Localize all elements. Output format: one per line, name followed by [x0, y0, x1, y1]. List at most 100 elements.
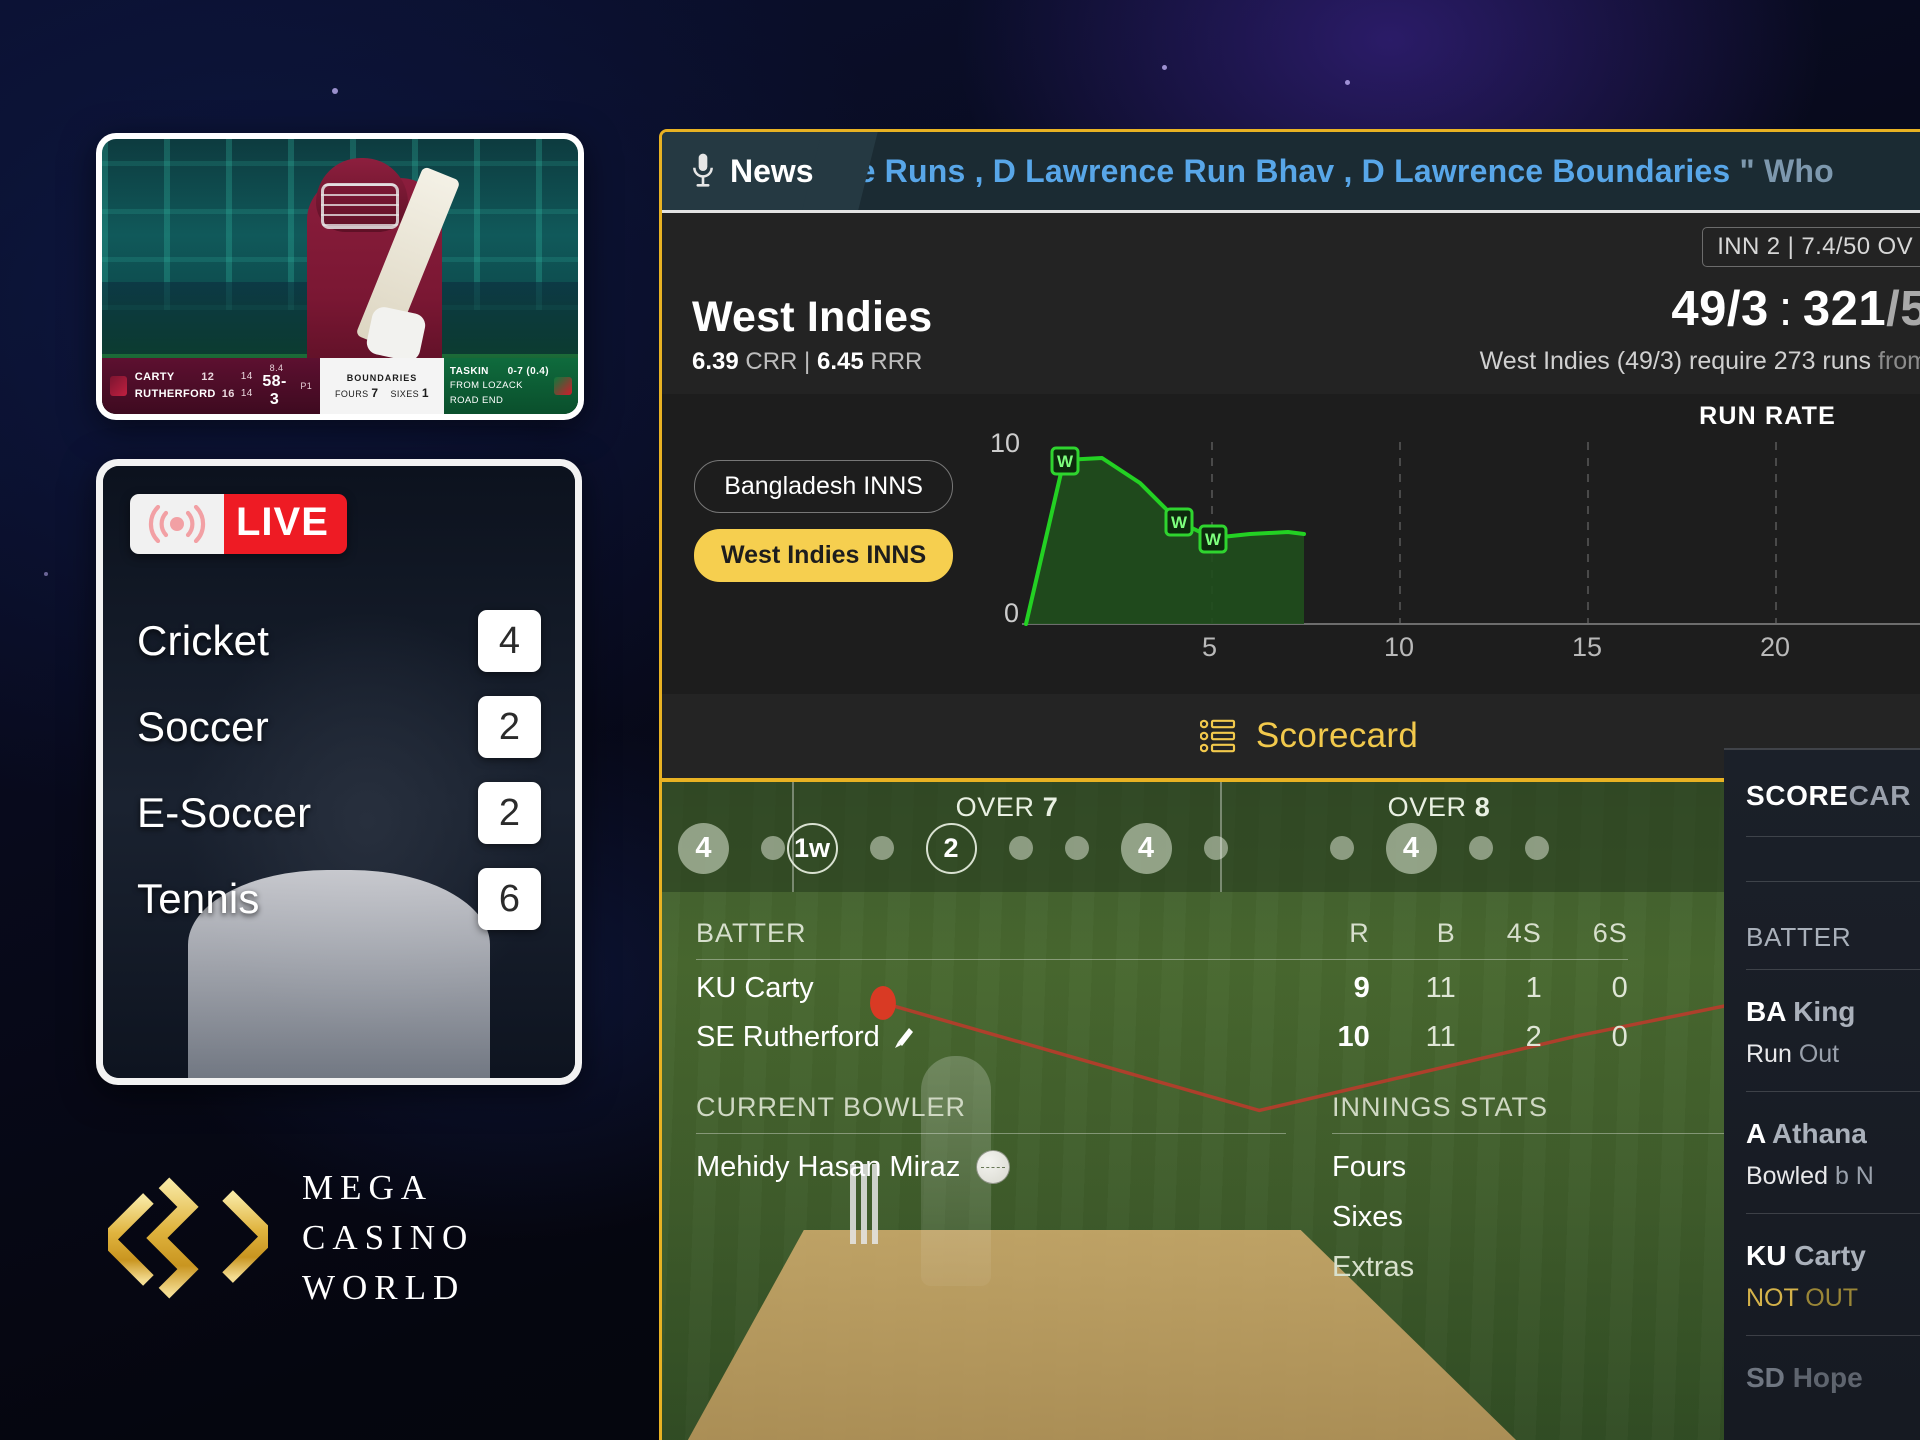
- dismissal-extra: OUT: [1805, 1284, 1859, 1312]
- ball-outcome-dot[interactable]: [1468, 836, 1493, 860]
- player-surname: Athana: [1771, 1118, 1867, 1149]
- scorebar-boundaries: BOUNDARIES FOURS 7 SIXES 1: [320, 358, 444, 414]
- news-label: News: [730, 152, 814, 189]
- target-score: 321: [1802, 282, 1887, 336]
- score-left: West Indies 6.39 CRR | 6.45 RRR: [692, 293, 932, 376]
- ball-outcome[interactable]: 4: [1120, 822, 1172, 874]
- tab-west-indies-inns[interactable]: West Indies INNS: [694, 529, 954, 582]
- signal-waves-icon: [148, 505, 206, 543]
- require-main: West Indies (49/3) require 273 runs: [1479, 347, 1878, 375]
- current-bowler-block: CURRENT BOWLER Mehidy Hasan Miraz: [696, 1092, 1286, 1284]
- run-rate-title: RUN RATE: [1699, 402, 1836, 430]
- ticker-headline-tail: " Who: [1739, 152, 1834, 189]
- scorebar-batter-names: CARTY 12 14 RUTHERFORD 16 14: [135, 369, 253, 403]
- scorebar-batter1-runs: 12: [201, 370, 215, 383]
- dismissal-main: Bowled: [1746, 1162, 1828, 1190]
- player-surname: Hope: [1792, 1362, 1863, 1393]
- ball-outcome-dot[interactable]: [1008, 836, 1033, 860]
- x-tick-20: 20: [1760, 632, 1791, 662]
- scorecard-player-name: KU Carty: [1746, 1240, 1920, 1272]
- cricket-ball-icon: [976, 1150, 1011, 1184]
- sport-item-e-soccer[interactable]: E-Soccer 2: [137, 770, 541, 856]
- divider: [1746, 881, 1920, 882]
- divider: [1746, 1091, 1920, 1092]
- col-batter: BATTER: [696, 918, 807, 948]
- batter-sixes: 0: [1611, 972, 1628, 1004]
- ticker-headline: e Runs , D Lawrence Run Bhav , D Lawrenc…: [857, 152, 1740, 189]
- scorecard-batter-header: BATTER: [1746, 922, 1852, 952]
- scorecard-entry[interactable]: BA King Run Out: [1746, 996, 1920, 1069]
- ball-outcome[interactable]: 2: [925, 822, 977, 874]
- over-8-label: OVER 8: [1222, 792, 1656, 823]
- scorebar-batters: CARTY 12 14 RUTHERFORD 16 14 8.4 58-3 P1: [102, 358, 321, 414]
- ball-outcome-wide[interactable]: 1w: [786, 822, 838, 874]
- sport-item-tennis[interactable]: Tennis 6: [137, 856, 541, 942]
- list-icon: [1199, 719, 1235, 753]
- scorebar-batter2-name: RUTHERFORD: [134, 388, 216, 400]
- divider: [1746, 1213, 1920, 1214]
- current-score: 49/3: [1671, 282, 1769, 336]
- batter-runs: 9: [1353, 972, 1370, 1004]
- over-segment-7: OVER 7 1w 2 4: [786, 782, 1228, 892]
- sport-count-badge: 4: [478, 610, 541, 672]
- broadcast-scorebar: CARTY 12 14 RUTHERFORD 16 14 8.4 58-3 P1…: [102, 358, 578, 414]
- batter-runs: 10: [1337, 1021, 1370, 1053]
- sixes-value: 1: [421, 385, 429, 400]
- divider: [1746, 1335, 1920, 1336]
- video-frame: CARTY 12 14 RUTHERFORD 16 14 8.4 58-3 P1…: [102, 139, 578, 414]
- run-rate-summary: 6.39 CRR | 6.45 RRR: [692, 348, 923, 375]
- require-text: West Indies (49/3) require 273 runs from: [1480, 347, 1920, 376]
- over-segment-8: OVER 8 4: [1220, 782, 1656, 892]
- dismissal-extra: b N: [1834, 1162, 1874, 1190]
- scorecard-entry[interactable]: SD Hope: [1746, 1362, 1920, 1394]
- x-tick-10: 10: [1384, 632, 1415, 662]
- dismissal-status: Run Out: [1746, 1040, 1920, 1069]
- ball-outcome-dot[interactable]: [869, 836, 894, 860]
- table-row: KU Carty 9 11 1 0: [696, 960, 1628, 1009]
- batting-team-name: West Indies: [692, 293, 933, 341]
- scorebar-overs: 8.4: [269, 363, 284, 373]
- sport-name: Tennis: [137, 875, 260, 922]
- live-card-inner: LIVE Cricket 4 Soccer 2 E-Soccer 2 Tenni…: [103, 466, 575, 1078]
- tab-bangladesh-inns[interactable]: Bangladesh INNS: [694, 460, 954, 513]
- brand-logo[interactable]: MEGA CASINO WORLD: [96, 1158, 474, 1318]
- news-ticker-text[interactable]: e Runs , D Lawrence Run Bhav , D Lawrenc…: [840, 153, 1920, 190]
- scorebar-bowler-figures: 0-7 (0.4): [507, 366, 549, 378]
- fours-label: FOURS: [335, 388, 369, 399]
- player-surname: King: [1793, 996, 1856, 1027]
- rrr-value: 6.45: [816, 348, 864, 375]
- sport-item-cricket[interactable]: Cricket 4: [137, 598, 541, 684]
- divider: [1746, 836, 1920, 837]
- bangladesh-flag-icon: [554, 377, 572, 395]
- ball-outcome-dot[interactable]: [1064, 836, 1089, 860]
- run-rate-chart-block: RUN RATE Bangladesh INNS West Indies INN…: [662, 394, 1920, 694]
- ball-outcome-dot[interactable]: [1524, 836, 1549, 860]
- run-rate-chart: 10 0 W W W 5 10 15 20: [990, 428, 1920, 676]
- brand-wordmark: MEGA CASINO WORLD: [302, 1163, 474, 1312]
- x-tick-15: 15: [1572, 632, 1603, 662]
- chart-svg: W W W: [1022, 442, 1920, 626]
- app-root: CARTY 12 14 RUTHERFORD 16 14 8.4 58-3 P1…: [0, 0, 1920, 1440]
- dismissal-status: NOT OUT: [1746, 1284, 1920, 1313]
- svg-text:W: W: [1057, 452, 1074, 471]
- scorecard-entry[interactable]: KU Carty NOT OUT: [1746, 1240, 1920, 1313]
- over-number: 7: [1042, 792, 1059, 822]
- player-initials: SD: [1746, 1362, 1785, 1393]
- batter-fours: 2: [1525, 1021, 1542, 1053]
- scorebar-p-label: P1: [300, 381, 313, 391]
- batter-name: SE Rutherford: [696, 1021, 880, 1053]
- sport-item-soccer[interactable]: Soccer 2: [137, 684, 541, 770]
- dismissal-main: Run: [1746, 1040, 1792, 1068]
- scorecard-sidebar-title: SCORECAR: [1746, 780, 1920, 812]
- decorative-star: [1345, 80, 1350, 85]
- broadcast-icon: [130, 494, 224, 554]
- live-video-thumbnail[interactable]: CARTY 12 14 RUTHERFORD 16 14 8.4 58-3 P1…: [96, 133, 584, 420]
- sports-list: Cricket 4 Soccer 2 E-Soccer 2 Tennis 6: [103, 598, 575, 942]
- scorecard-title-dim: CAR: [1848, 780, 1912, 811]
- ball-outcome-dot[interactable]: [1329, 836, 1354, 860]
- ball-outcome[interactable]: 4: [1385, 822, 1437, 874]
- ball-outcome[interactable]: 4: [678, 822, 729, 874]
- score-summary: INN 2 | 7.4/50 OV West Indies 6.39 CRR |…: [662, 213, 1920, 394]
- scorecard-entry[interactable]: A Athana Bowled b N: [1746, 1118, 1920, 1191]
- player-initials: BA: [1746, 996, 1786, 1027]
